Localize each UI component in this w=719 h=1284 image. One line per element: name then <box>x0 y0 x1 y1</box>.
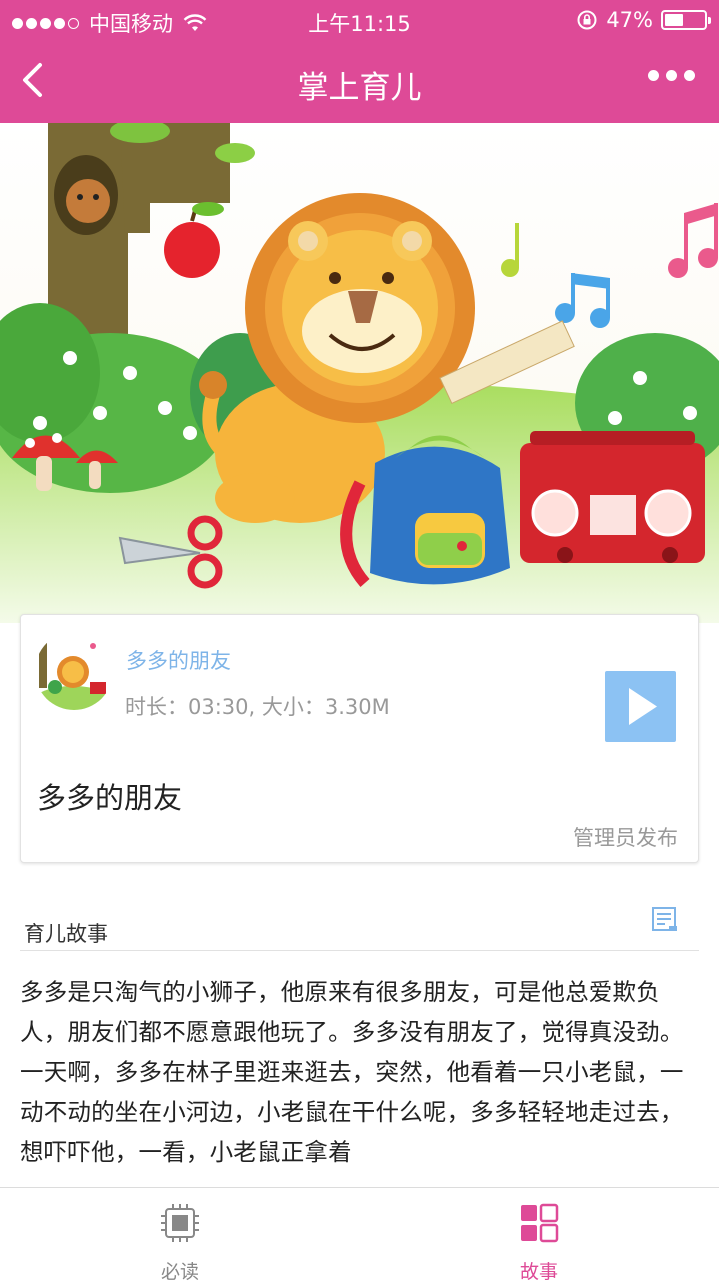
track-meta: 时长：03:30, 大小：3.30M <box>125 695 390 719</box>
tab-bar: 必读 故事 <box>0 1187 719 1283</box>
track-title[interactable]: 多多的朋友 <box>126 645 231 675</box>
lion-illustration <box>0 123 719 623</box>
more-dots-icon[interactable] <box>648 70 695 81</box>
battery-icon <box>661 10 711 30</box>
document-icon[interactable] <box>651 906 679 932</box>
story-title: 多多的朋友 <box>37 781 183 815</box>
rotation-lock-icon <box>577 10 597 30</box>
publisher-label: 管理员发布 <box>573 826 678 850</box>
battery-percent: 47% <box>606 8 653 32</box>
status-bar: 中国移动 上午11:15 47% <box>0 0 719 40</box>
page-title: 掌上育儿 <box>297 70 422 106</box>
tab-story[interactable]: 故事 <box>359 1188 719 1283</box>
tab-must-read[interactable]: 必读 <box>0 1188 360 1283</box>
audio-card: 多多的朋友 时长：03:30, 大小：3.30M 多多的朋友 管理员发布 <box>20 614 699 863</box>
story-body: 多多是只淘气的小狮子，他原来有很多朋友，可是他总爱欺负人，朋友们都不愿意跟他玩了… <box>20 978 684 1166</box>
chip-icon <box>161 1204 199 1242</box>
section-label: 育儿故事 <box>24 922 108 946</box>
grid-icon <box>521 1203 559 1243</box>
status-right: 47% <box>576 8 711 32</box>
play-icon <box>629 688 657 725</box>
play-button[interactable] <box>605 671 676 742</box>
section-header: 育儿故事 <box>20 900 699 951</box>
track-thumbnail <box>35 632 113 710</box>
nav-bar: 掌上育儿 <box>0 40 719 123</box>
